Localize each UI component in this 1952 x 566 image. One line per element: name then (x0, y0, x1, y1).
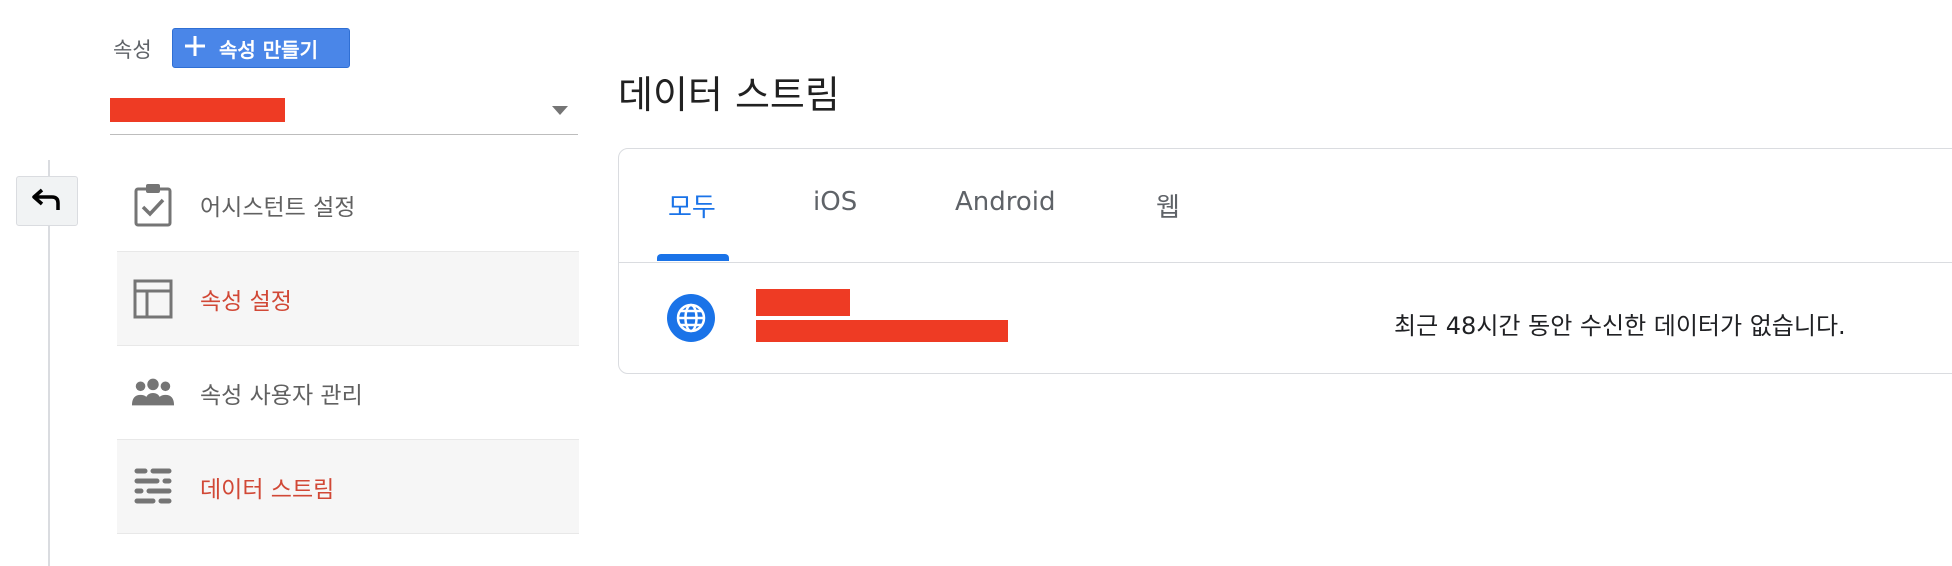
globe-icon (667, 294, 715, 342)
tab-all[interactable]: 모두 (668, 187, 716, 224)
assignment-check-icon (131, 183, 175, 227)
back-button[interactable] (16, 176, 78, 226)
create-property-button[interactable]: 속성 만들기 (172, 28, 350, 68)
plus-icon (183, 34, 207, 63)
menu-label-property-user-management: 속성 사용자 관리 (200, 382, 363, 409)
menu-item-assistant-settings[interactable]: 어시스턴트 설정 (117, 158, 579, 252)
menu-label-data-streams: 데이터 스트림 (200, 476, 335, 503)
menu-label-property-settings: 속성 설정 (200, 288, 292, 315)
page-title: 데이터 스트림 (618, 73, 840, 117)
create-property-label: 속성 만들기 (219, 37, 318, 62)
active-tab-indicator (657, 254, 729, 261)
data-stream-icon (131, 465, 175, 509)
stream-name-redacted (756, 289, 850, 316)
property-label: 속성 (113, 38, 152, 62)
people-icon (131, 371, 175, 415)
stream-status-text: 최근 48시간 동안 수신한 데이터가 없습니다. (1394, 312, 1846, 340)
stream-url-redacted (756, 320, 1008, 342)
tab-web[interactable]: 웹 (1156, 187, 1180, 224)
layout-icon (131, 277, 175, 321)
menu-item-property-user-management[interactable]: 속성 사용자 관리 (117, 346, 579, 440)
menu-label-assistant-settings: 어시스턴트 설정 (200, 194, 356, 221)
property-select[interactable] (110, 92, 578, 135)
stream-type-tabs: 모두 iOS Android 웹 (619, 149, 1952, 263)
tab-ios[interactable]: iOS (813, 187, 857, 217)
menu-item-data-streams[interactable]: 데이터 스트림 (117, 440, 579, 534)
menu-item-property-settings[interactable]: 속성 설정 (117, 252, 579, 346)
dropdown-arrow-icon (552, 106, 568, 115)
admin-side-menu: 어시스턴트 설정 속성 설정 속성 사용자 관리 데이터 스트림 (117, 158, 579, 534)
property-select-value-redacted (110, 98, 285, 122)
back-arrow-icon (32, 188, 62, 214)
tab-android[interactable]: Android (955, 187, 1056, 217)
stream-row[interactable]: 최근 48시간 동안 수신한 데이터가 없습니다. (619, 262, 1952, 374)
